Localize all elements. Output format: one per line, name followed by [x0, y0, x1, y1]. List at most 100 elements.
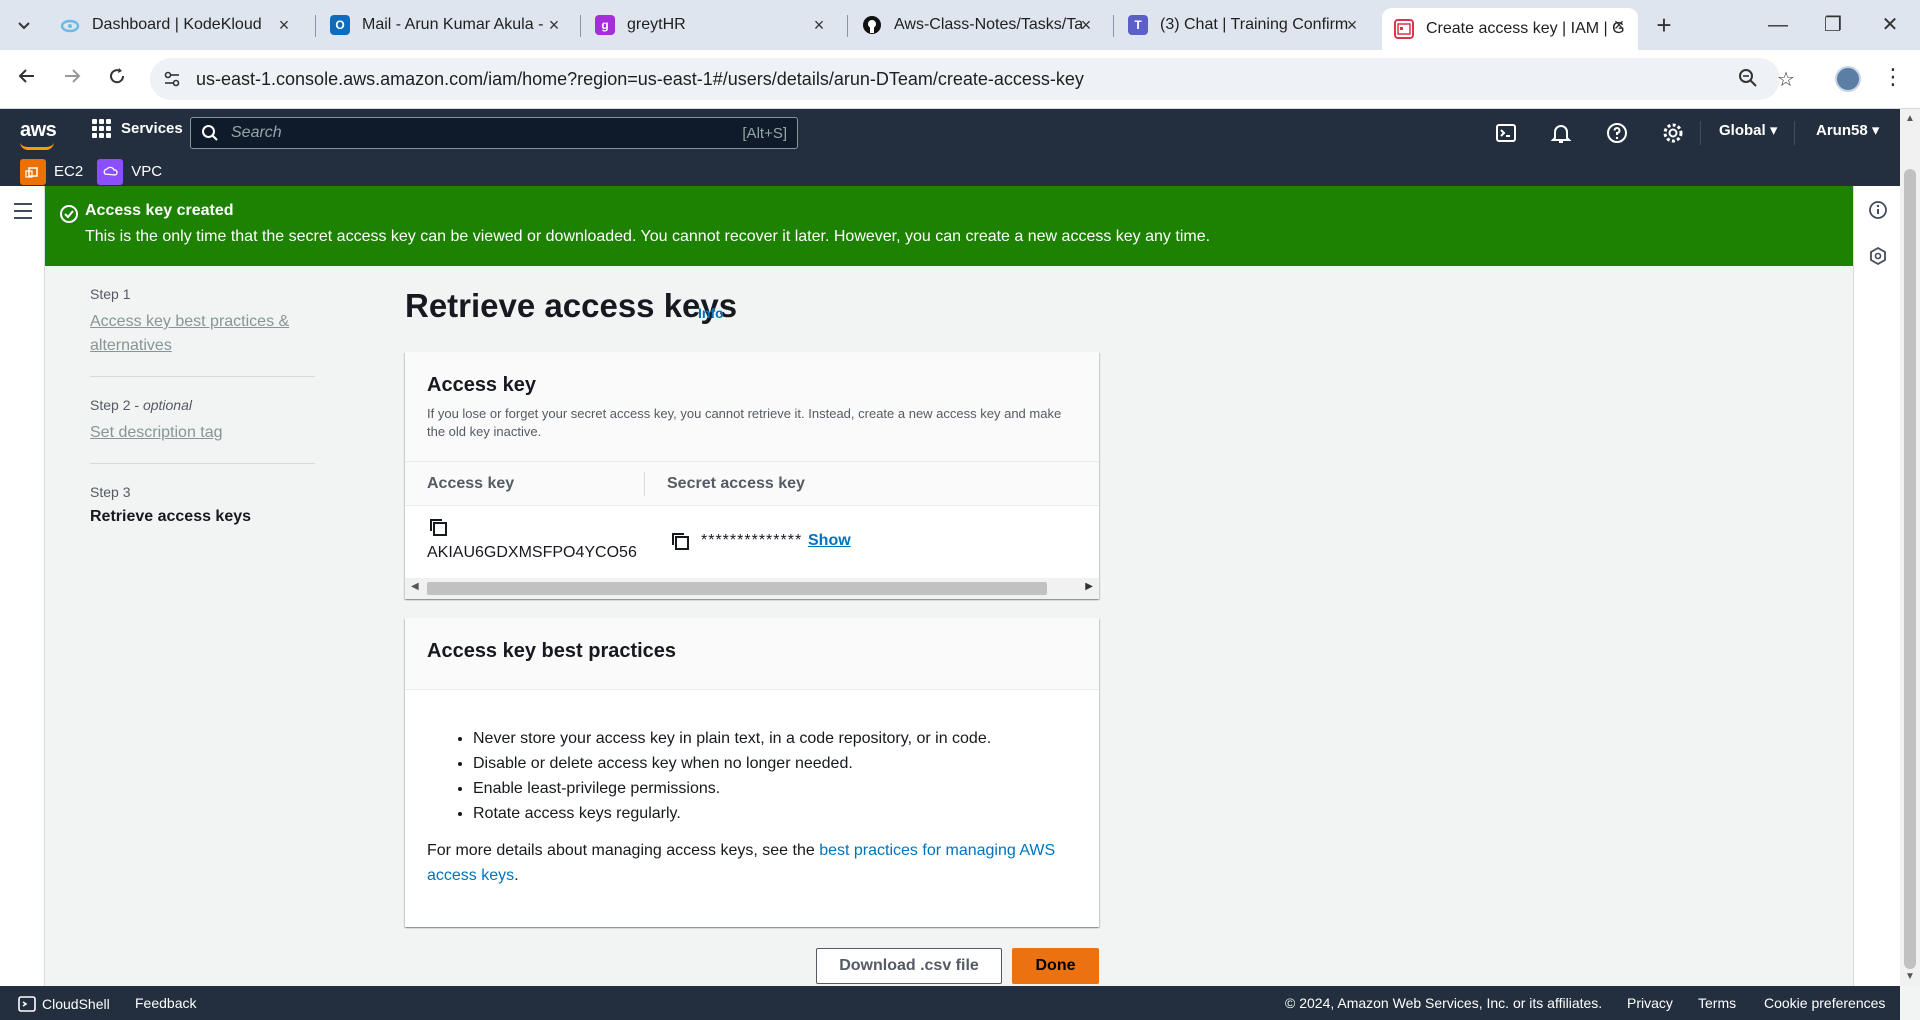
terms-link[interactable]: Terms	[1698, 995, 1736, 1011]
new-tab-button[interactable]: +	[1650, 12, 1678, 40]
container-heading: Access key best practices	[427, 640, 677, 662]
site-info-icon[interactable]	[162, 69, 182, 89]
favorite-vpc[interactable]: VPC	[97, 158, 162, 185]
gear-icon[interactable]	[1661, 121, 1685, 145]
copy-icon[interactable]	[669, 530, 691, 552]
scroll-up-arrow[interactable]: ▲	[1905, 113, 1915, 124]
scroll-right-arrow[interactable]: ▶	[1085, 581, 1093, 592]
wizard-step-1: Step 1 Access key best practices & alter…	[90, 286, 315, 377]
outlook-icon: O	[330, 15, 350, 35]
scroll-down-arrow[interactable]: ▼	[1905, 971, 1915, 982]
scroll-left-arrow[interactable]: ◀	[411, 581, 419, 592]
grid-icon	[92, 119, 111, 138]
step-number: Step 3	[90, 484, 131, 500]
tab-search-button[interactable]	[10, 12, 38, 40]
close-icon[interactable]: ×	[810, 16, 828, 34]
account-menu[interactable]: Arun58 ▾	[1816, 121, 1879, 139]
forward-button[interactable]	[57, 64, 87, 94]
copyright-text: © 2024, Amazon Web Services, Inc. or its…	[1285, 995, 1603, 1011]
right-tools-rail	[1853, 186, 1900, 986]
step-link[interactable]: Access key best practices & alternatives	[90, 310, 315, 358]
close-icon[interactable]: ×	[1077, 16, 1095, 34]
region-selector[interactable]: Global ▾	[1719, 121, 1777, 139]
favorite-ec2[interactable]: EC2	[20, 158, 83, 185]
profile-avatar[interactable]	[1835, 66, 1861, 92]
browser-tab-teams[interactable]: T (3) Chat | Training Confirm ×	[1116, 8, 1371, 42]
services-menu-button[interactable]: Services	[92, 119, 183, 138]
success-flashbar: Access key created This is the only time…	[45, 186, 1853, 266]
minimize-button[interactable]: —	[1758, 10, 1798, 40]
container-header: Access key best practices	[405, 618, 1099, 690]
browser-menu-icon[interactable]: ⋮	[1882, 64, 1904, 90]
tab-title: Create access key | IAM | G	[1426, 20, 1625, 37]
tab-title: (3) Chat | Training Confirm	[1160, 16, 1349, 33]
zoom-icon[interactable]	[1736, 68, 1760, 92]
scrollbar-thumb[interactable]	[427, 582, 1047, 595]
container-heading: Access key	[427, 374, 536, 396]
column-header-access-key: Access key	[427, 475, 515, 492]
info-circle-icon[interactable]	[1868, 200, 1888, 220]
wizard-step-3: Step 3 Retrieve access keys	[90, 484, 315, 544]
step-link[interactable]: Set description tag	[90, 421, 315, 445]
aws-logo-smile	[20, 142, 54, 150]
bookmark-star-icon[interactable]: ☆	[1774, 68, 1798, 92]
close-icon[interactable]: ×	[545, 16, 563, 34]
aws-logo[interactable]: aws	[20, 119, 57, 142]
greythr-icon: g	[595, 15, 615, 35]
reload-icon	[110, 68, 125, 84]
browser-tab-kodekloud[interactable]: Dashboard | KodeKloud ×	[48, 8, 303, 42]
back-button[interactable]	[12, 64, 42, 94]
scrollbar-thumb[interactable]	[1904, 169, 1916, 969]
best-practices-container: Access key best practices Never store yo…	[405, 618, 1099, 927]
privacy-link[interactable]: Privacy	[1627, 995, 1673, 1011]
header-divider	[1794, 121, 1795, 145]
cloudshell-icon[interactable]	[1494, 121, 1518, 145]
copy-icon[interactable]	[427, 516, 449, 538]
check-circle-icon	[60, 205, 78, 223]
done-button[interactable]: Done	[1012, 948, 1099, 984]
close-icon[interactable]: ×	[275, 16, 293, 34]
more-details-text: For more details about managing access k…	[427, 842, 1056, 884]
reload-button[interactable]	[102, 64, 132, 94]
tab-title: Aws-Class-Notes/Tasks/Ta	[894, 16, 1084, 33]
iam-icon	[1394, 19, 1414, 39]
hamburger-menu-icon[interactable]	[14, 203, 32, 224]
best-practices-list: Never store your access key in plain tex…	[473, 726, 991, 826]
container-description: If you lose or forget your secret access…	[427, 406, 1062, 439]
browser-tab-github[interactable]: Aws-Class-Notes/Tasks/Ta ×	[850, 8, 1105, 42]
url-text: us-east-1.console.aws.amazon.com/iam/hom…	[196, 69, 1084, 89]
container-header: Access key If you lose or forget your se…	[405, 352, 1099, 462]
browser-tab-greythr[interactable]: g greytHR ×	[583, 8, 838, 42]
browser-toolbar: us-east-1.console.aws.amazon.com/iam/hom…	[0, 50, 1920, 109]
close-window-button[interactable]: ✕	[1870, 10, 1910, 40]
page-title: Retrieve access keys	[405, 287, 738, 324]
restore-button[interactable]: ❐	[1813, 10, 1853, 40]
console-search-input[interactable]: Search [Alt+S]	[190, 117, 798, 149]
chevron-down-icon	[18, 22, 30, 30]
browser-tab-iam-active[interactable]: Create access key | IAM | G ×	[1382, 8, 1638, 50]
cookie-preferences-link[interactable]: Cookie preferences	[1764, 995, 1885, 1011]
search-icon	[202, 125, 218, 141]
cloudshell-footer-button[interactable]: CloudShell	[18, 995, 110, 1013]
aws-console-header: aws Services Search [Alt+S] Global ▾ Aru…	[0, 109, 1900, 186]
hexagon-icon[interactable]	[1868, 246, 1888, 266]
favorites-bar: EC2 VPC	[0, 157, 176, 186]
show-secret-button[interactable]: Show	[808, 532, 851, 550]
tab-title: Mail - Arun Kumar Akula -	[362, 16, 544, 33]
close-icon[interactable]: ×	[1610, 16, 1628, 34]
page-scrollbar[interactable]: ▲ ▼	[1900, 109, 1920, 986]
wizard-steps: Step 1 Access key best practices & alter…	[90, 286, 315, 564]
close-icon[interactable]: ×	[1343, 16, 1361, 34]
tab-title: Dashboard | KodeKloud	[92, 16, 262, 33]
info-link[interactable]: Info	[698, 305, 724, 321]
feedback-link[interactable]: Feedback	[135, 995, 196, 1011]
download-csv-button[interactable]: Download .csv file	[816, 948, 1002, 984]
bell-icon[interactable]	[1549, 121, 1573, 145]
column-divider	[644, 472, 645, 496]
address-bar[interactable]: us-east-1.console.aws.amazon.com/iam/hom…	[150, 58, 1795, 100]
table-horizontal-scrollbar[interactable]: ◀ ▶	[405, 578, 1099, 599]
help-icon[interactable]	[1605, 121, 1629, 145]
github-icon	[862, 15, 882, 35]
list-item: Rotate access keys regularly.	[473, 801, 991, 826]
browser-tab-mail[interactable]: O Mail - Arun Kumar Akula - ×	[318, 8, 573, 42]
